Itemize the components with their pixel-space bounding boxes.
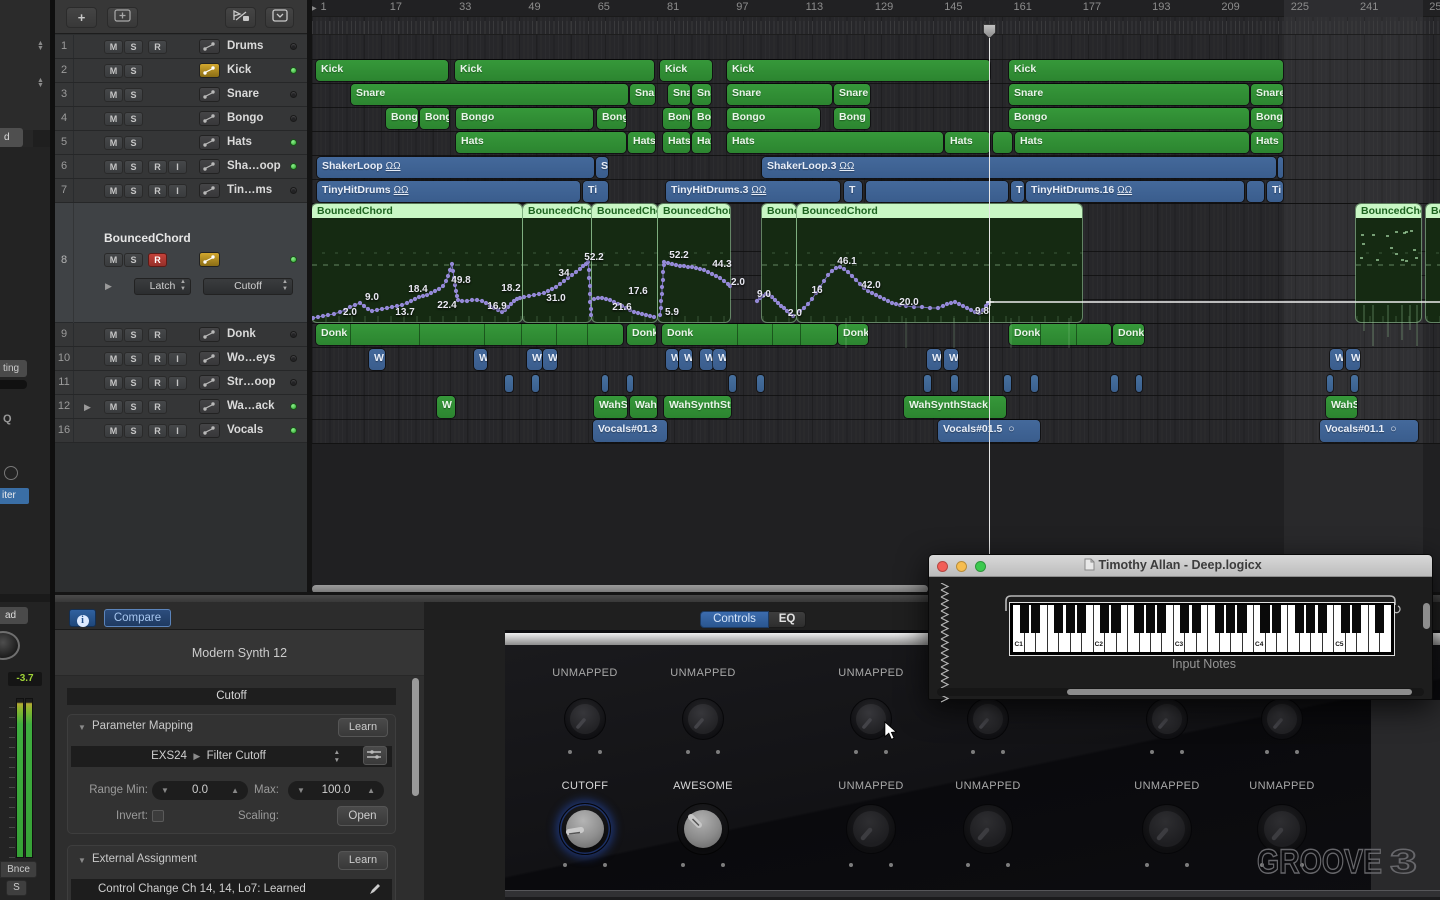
svg-text:GROOVE: GROOVE xyxy=(1257,843,1382,881)
svg-text:3: 3 xyxy=(1390,843,1417,881)
